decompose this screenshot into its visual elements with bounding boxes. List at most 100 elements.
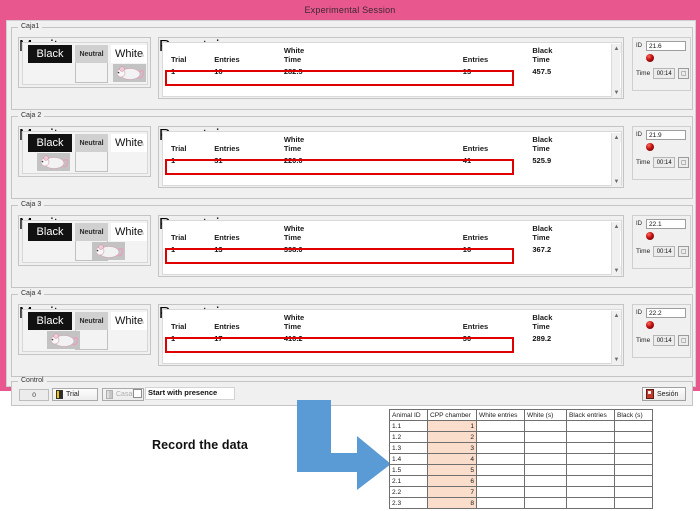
cell-black-seconds[interactable] [615, 454, 653, 465]
trial-counter-field[interactable]: 0 [19, 389, 49, 401]
caja-3-header-white: White [284, 223, 398, 233]
cell-cpp-chamber[interactable]: 7 [428, 487, 477, 498]
cell-animal-id[interactable]: 1.1 [390, 421, 428, 432]
scroll-down-icon[interactable]: ▼ [612, 88, 621, 97]
cell-animal-id[interactable]: 2.2 [390, 487, 428, 498]
cell-white-entries[interactable] [477, 432, 525, 443]
table-row[interactable]: 1 17 410.2 30 289.2 [167, 332, 607, 345]
caja-4-id-input[interactable]: 22.2 [646, 308, 686, 318]
cell-white-entries[interactable] [477, 476, 525, 487]
caja-4-report-scrollbar[interactable]: ▲ ▼ [611, 311, 620, 364]
caja-2-id-input[interactable]: 21.9 [646, 130, 686, 140]
cell-white-seconds[interactable] [525, 421, 567, 432]
caja-1-mouse-icon [113, 64, 146, 82]
scroll-up-icon[interactable]: ▲ [612, 133, 621, 142]
cell-animal-id[interactable]: 1.2 [390, 432, 428, 443]
start-with-presence-checkbox[interactable] [133, 389, 142, 398]
cell-black-entries[interactable] [567, 465, 615, 476]
caja-3-timer-button[interactable]: ▢ [678, 246, 689, 257]
cell-white-seconds[interactable] [525, 487, 567, 498]
cell-black-entries[interactable] [567, 487, 615, 498]
caja-2-report-scrollbar[interactable]: ▲ ▼ [611, 133, 620, 186]
caja-2-group: Caja 2 Monitor Black Neutral White [11, 116, 693, 199]
cell-white-entries[interactable] [477, 487, 525, 498]
window-client-area: Caja1 Monitor Black Neutral White [6, 20, 696, 387]
caja-1-id-input[interactable]: 21.6 [646, 41, 686, 51]
table-row[interactable]: 1 31 220.0 41 525.9 [167, 154, 607, 167]
caja-2-mouse-icon [37, 153, 70, 171]
trial-button[interactable]: Trial [52, 388, 98, 401]
scroll-up-icon[interactable]: ▲ [612, 311, 621, 320]
cell-cpp-chamber[interactable]: 2 [428, 432, 477, 443]
cell-black-seconds[interactable] [615, 487, 653, 498]
table-row[interactable]: 1.5 5 [390, 465, 653, 476]
scroll-up-icon[interactable]: ▲ [612, 44, 621, 53]
cell-black-entries[interactable] [567, 443, 615, 454]
table-row[interactable]: 1.2 2 [390, 432, 653, 443]
table-row[interactable]: 2.2 7 [390, 487, 653, 498]
table-row[interactable]: 2.1 6 [390, 476, 653, 487]
cell-animal-id[interactable]: 1.3 [390, 443, 428, 454]
cell-black-entries[interactable] [567, 498, 615, 509]
session-button[interactable]: Sesión [642, 387, 686, 401]
cell-white-seconds[interactable] [525, 498, 567, 509]
table-row[interactable]: 1.4 4 [390, 454, 653, 465]
cell-black-entries[interactable] [567, 421, 615, 432]
scroll-up-icon[interactable]: ▲ [612, 222, 621, 231]
table-row[interactable]: 1.3 3 [390, 443, 653, 454]
cell-animal-id[interactable]: 1.4 [390, 454, 428, 465]
cell-white-seconds[interactable] [525, 454, 567, 465]
cell-animal-id[interactable]: 2.3 [390, 498, 428, 509]
cell-black-entries[interactable] [567, 432, 615, 443]
cell-black-entries[interactable] [567, 454, 615, 465]
data-recording-spreadsheet[interactable]: Animal ID CPP chamber White entries Whit… [389, 409, 653, 509]
cell-black-seconds[interactable] [615, 465, 653, 476]
cell-white-seconds[interactable] [525, 443, 567, 454]
scroll-down-icon[interactable]: ▼ [612, 266, 621, 275]
caja-2-time-value: 00:14 [653, 157, 675, 168]
caja-3-monitor-canvas: Black Neutral White [22, 220, 148, 263]
cell-cpp-chamber[interactable]: 1 [428, 421, 477, 432]
cell-animal-id[interactable]: 2.1 [390, 476, 428, 487]
cell-white-entries[interactable] [477, 498, 525, 509]
cell-white-entries[interactable] [477, 421, 525, 432]
cell-white-entries[interactable] [477, 465, 525, 476]
caja-4-col-black-time: Time [532, 322, 607, 332]
cell-cpp-chamber[interactable]: 4 [428, 454, 477, 465]
cell-black-seconds[interactable] [615, 421, 653, 432]
cell-black-seconds[interactable] [615, 476, 653, 487]
caja-2-val-black-time: 525.9 [532, 154, 607, 167]
cell-black-seconds[interactable] [615, 443, 653, 454]
caja-4-timer-button[interactable]: ▢ [678, 335, 689, 346]
cell-white-entries[interactable] [477, 443, 525, 454]
caja-1-col-trial: Trial [167, 55, 214, 65]
caja-2-monitor-canvas: Black Neutral White [22, 131, 148, 174]
caja-4-col-white-time: Time [284, 322, 398, 332]
cell-black-seconds[interactable] [615, 498, 653, 509]
cell-cpp-chamber[interactable]: 6 [428, 476, 477, 487]
cell-animal-id[interactable]: 1.5 [390, 465, 428, 476]
table-row[interactable]: 1 16 282.5 13 457.5 [167, 65, 607, 78]
caja-4-val-white-time: 410.2 [284, 332, 398, 345]
caja-1-timer-button[interactable]: ▢ [678, 68, 689, 79]
caja-2-timer-button[interactable]: ▢ [678, 157, 689, 168]
cell-black-entries[interactable] [567, 476, 615, 487]
scroll-down-icon[interactable]: ▼ [612, 177, 621, 186]
cell-cpp-chamber[interactable]: 8 [428, 498, 477, 509]
caja-1-report-scrollbar[interactable]: ▲ ▼ [611, 44, 620, 97]
caja-3-id-input[interactable]: 22.1 [646, 219, 686, 229]
cell-cpp-chamber[interactable]: 3 [428, 443, 477, 454]
caja-3-header-black: Black [532, 223, 607, 233]
table-row[interactable]: 2.3 8 [390, 498, 653, 509]
scroll-down-icon[interactable]: ▼ [612, 355, 621, 364]
caja-3-report-scrollbar[interactable]: ▲ ▼ [611, 222, 620, 275]
cell-white-seconds[interactable] [525, 465, 567, 476]
caja-4-val-white-entries: 17 [214, 332, 284, 345]
cell-black-seconds[interactable] [615, 432, 653, 443]
table-row[interactable]: 1.1 1 [390, 421, 653, 432]
cell-cpp-chamber[interactable]: 5 [428, 465, 477, 476]
cell-white-seconds[interactable] [525, 432, 567, 443]
cell-white-seconds[interactable] [525, 476, 567, 487]
cell-white-entries[interactable] [477, 454, 525, 465]
table-row[interactable]: 1 13 398.0 16 367.2 [167, 243, 607, 256]
